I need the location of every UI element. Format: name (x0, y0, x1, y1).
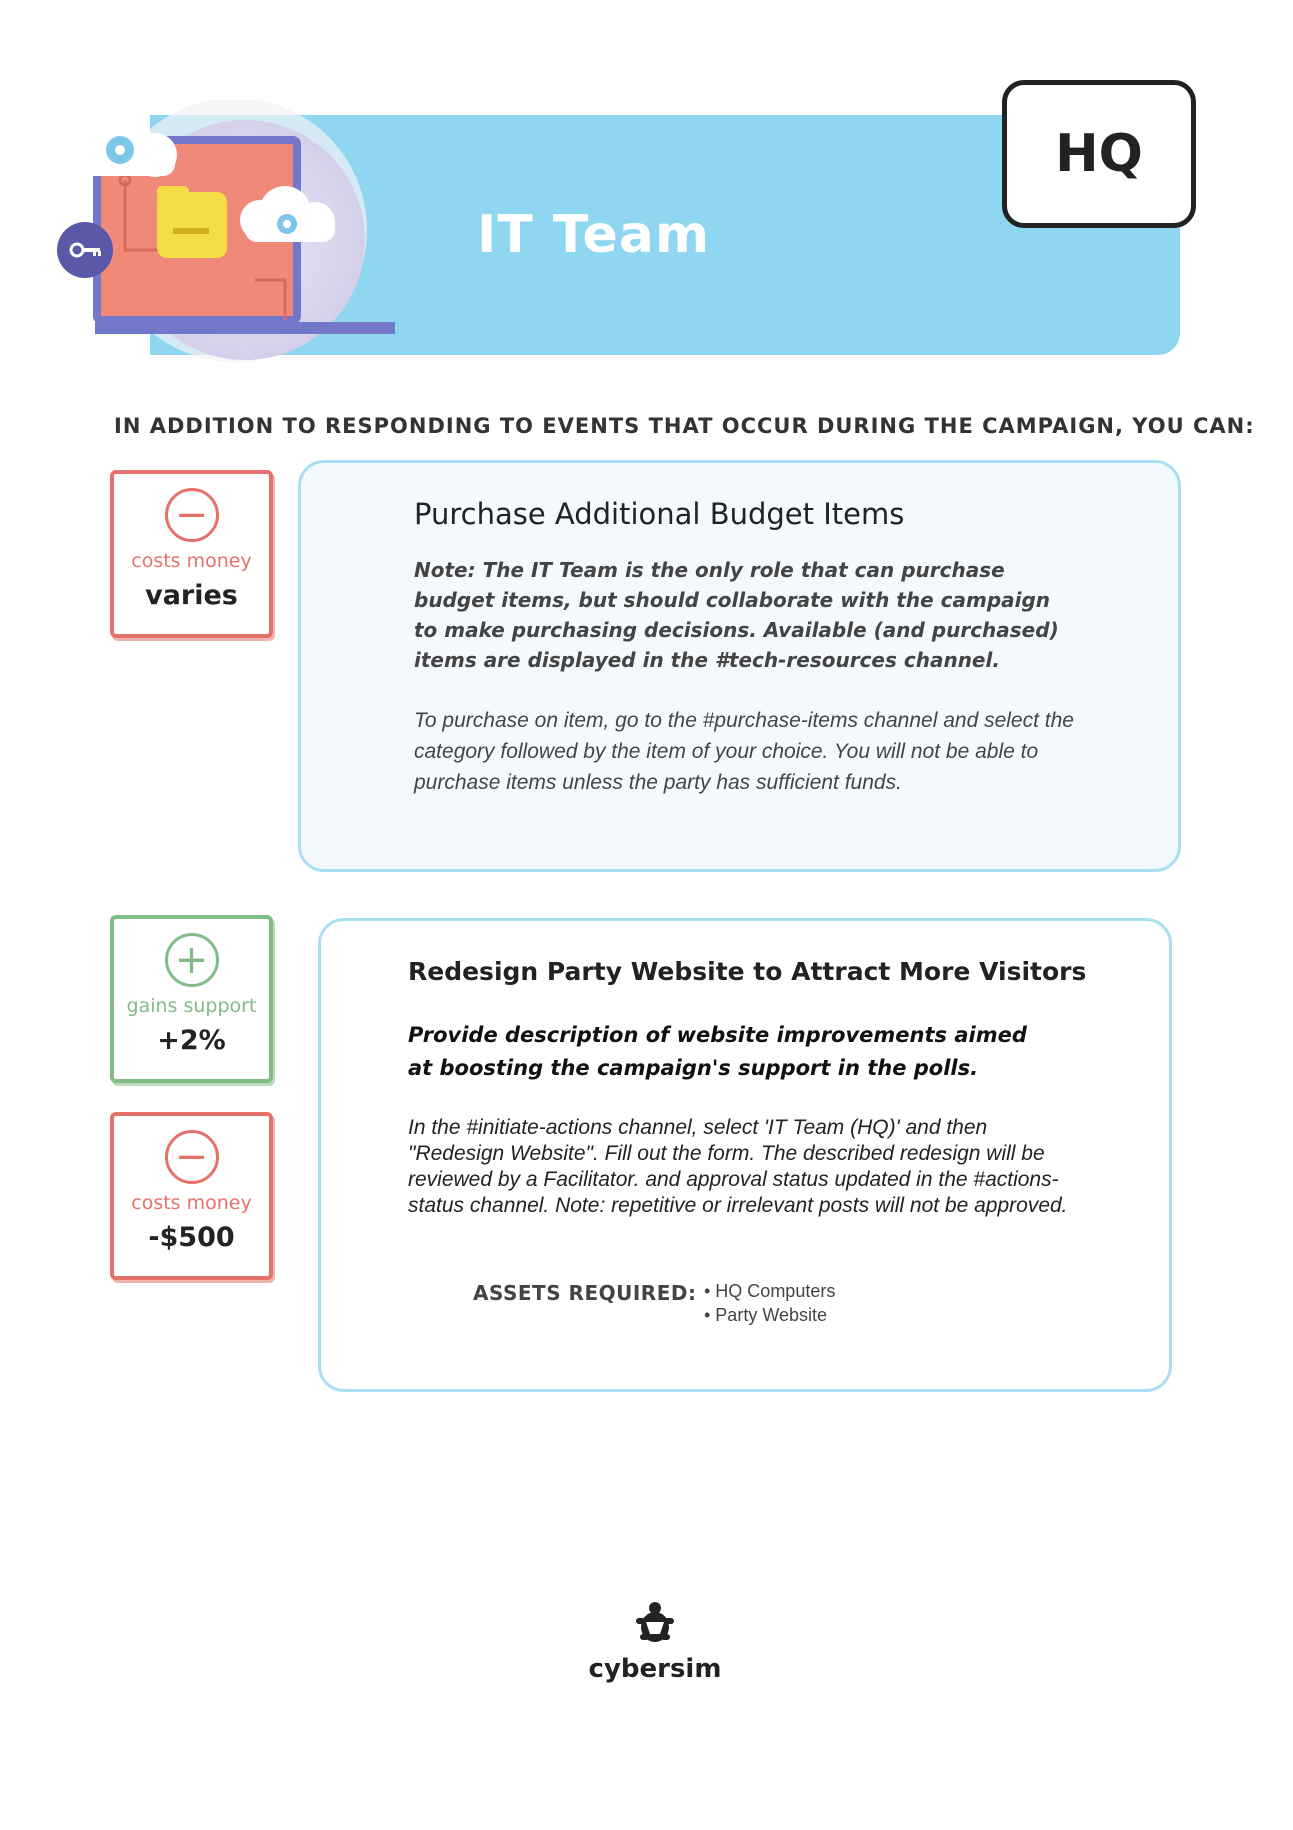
page-title: IT Team (477, 205, 711, 265)
action-instructions: In the #initiate-actions channel, select… (408, 1116, 1068, 1217)
logo-text: cybersim (588, 1654, 722, 1684)
badge-label: gains support (126, 995, 257, 1017)
cybersim-logo: cybersim (585, 1600, 725, 1684)
badge-value: varies (145, 580, 238, 611)
badge-value: +2% (157, 1025, 226, 1056)
turtle-icon (636, 1602, 674, 1642)
it-illustration-icon (57, 100, 395, 362)
assets-required-label: ASSETS REQUIRED: (473, 1281, 697, 1305)
list-item: • HQ Computers (704, 1281, 836, 1301)
action-card-redesign: Redesign Party Website to Attract More V… (318, 918, 1172, 1392)
assets-list: • HQ Computers • Party Website (704, 1279, 835, 1327)
badge-label: costs money (131, 550, 252, 572)
cost-badge: − costs money varies (110, 470, 273, 638)
badge-value: -$500 (148, 1222, 235, 1253)
action-title: Redesign Party Website to Attract More V… (408, 957, 1087, 986)
list-item: • Party Website (704, 1305, 828, 1325)
location-badge: HQ (1002, 80, 1196, 228)
minus-icon: − (164, 488, 219, 542)
cost-badge: − costs money -$500 (110, 1112, 273, 1280)
minus-icon: − (164, 1130, 219, 1184)
action-instructions: To purchase on item, go to the #purchase… (414, 709, 1074, 794)
badge-label: costs money (131, 1192, 252, 1214)
action-title: Purchase Additional Budget Items (414, 497, 905, 531)
action-card-purchase: Purchase Additional Budget Items Note: T… (298, 460, 1181, 872)
action-note: Provide description of website improveme… (408, 1023, 1027, 1080)
intro-text: IN ADDITION TO RESPONDING TO EVENTS THAT… (114, 414, 1255, 438)
gain-badge: + gains support +2% (110, 915, 273, 1083)
plus-icon: + (164, 933, 219, 987)
action-note: Note: The IT Team is the only role that … (414, 558, 1059, 672)
